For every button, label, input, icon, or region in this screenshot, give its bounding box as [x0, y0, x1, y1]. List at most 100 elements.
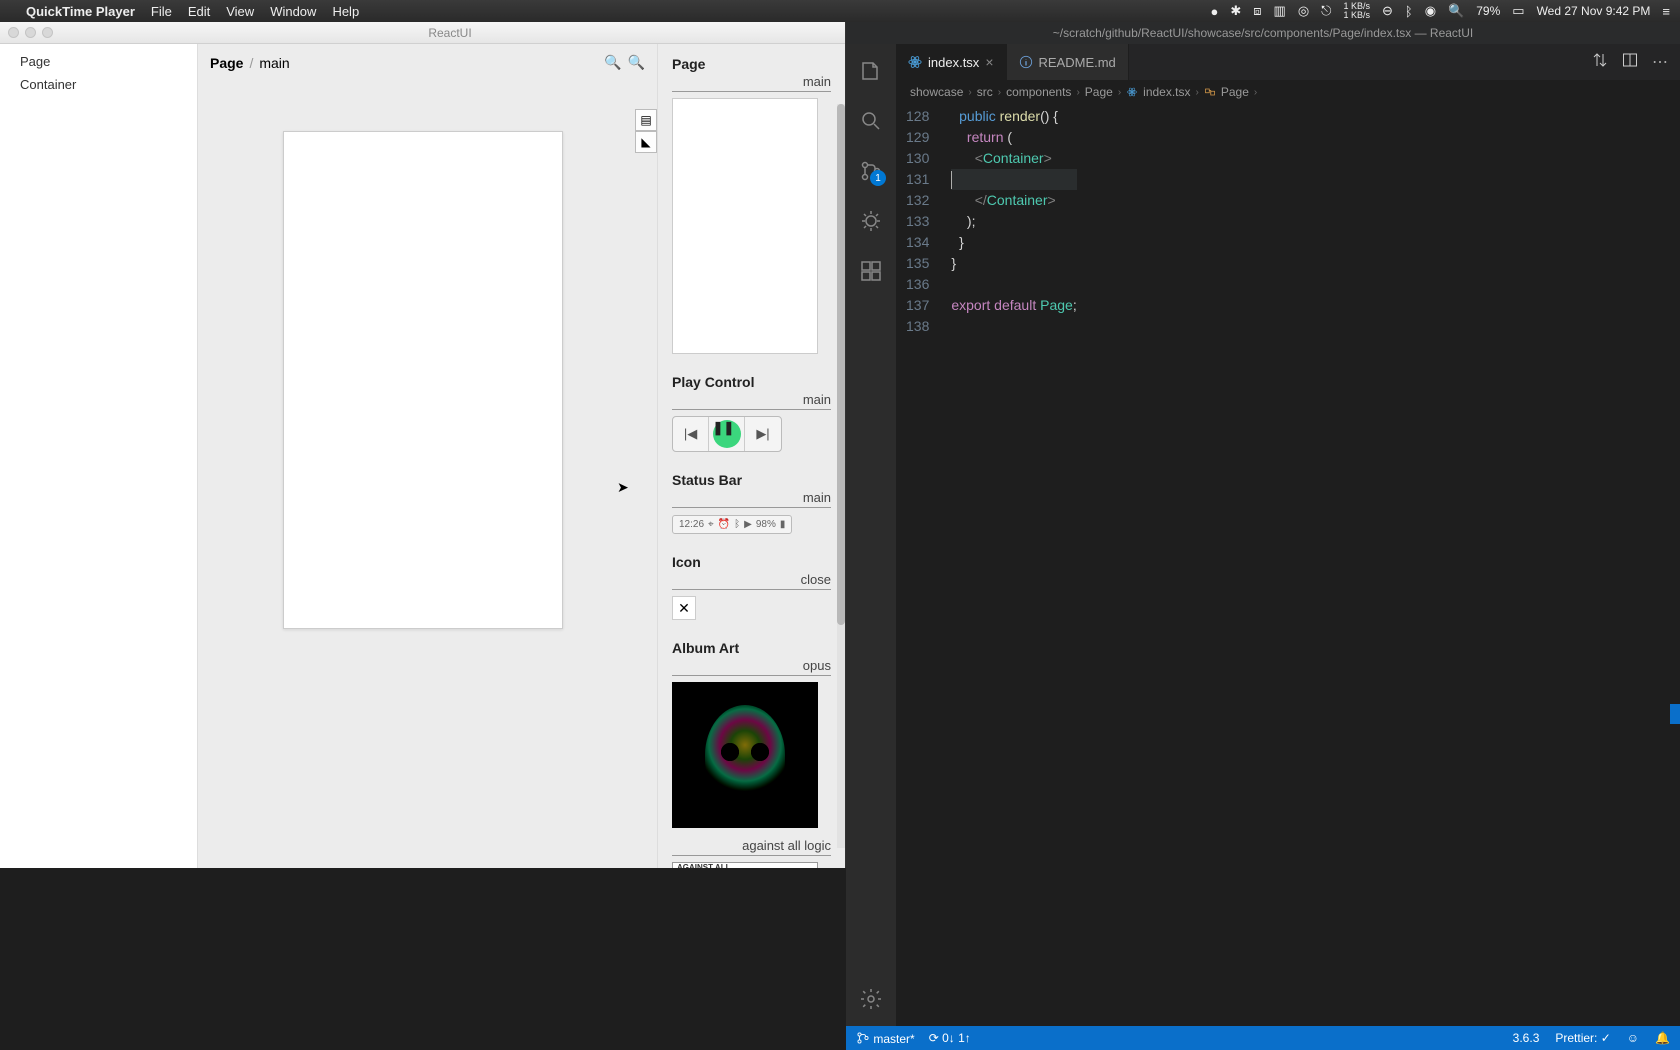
settings-gear-icon[interactable]	[858, 986, 884, 1012]
git-branch[interactable]: master*	[856, 1031, 915, 1046]
breadcrumb-item[interactable]: showcase	[910, 85, 963, 99]
battery-small-icon: ▮	[780, 519, 786, 530]
gallery-title-album-art: Album Art	[672, 640, 831, 656]
breadcrumb-item[interactable]: src	[977, 85, 993, 99]
git-sync[interactable]: ⟳ 0↓ 1↑	[929, 1031, 971, 1045]
notifications-icon[interactable]: 🔔	[1655, 1031, 1670, 1045]
macos-menubar: QuickTime Player File Edit View Window H…	[0, 0, 1680, 22]
gallery-variant-page[interactable]: main	[672, 74, 831, 92]
tab-close-icon[interactable]: ×	[985, 54, 993, 70]
reactui-window: ReactUI Page Container Page / main 🔍 🔍	[0, 22, 846, 868]
vscode-titlebar: ~/scratch/github/ReactUI/showcase/src/co…	[846, 22, 1680, 44]
source-control-icon[interactable]: 1	[858, 158, 884, 184]
panel-scrollbar[interactable]	[837, 104, 845, 848]
code-editor[interactable]: 128129130131132133134135136137138 public…	[896, 104, 1680, 1026]
breadcrumb-item[interactable]: components	[1006, 85, 1071, 99]
sidebar-item-page[interactable]: Page	[0, 50, 197, 73]
tab-readme[interactable]: README.md	[1007, 44, 1129, 80]
gallery-preview-page[interactable]	[672, 98, 818, 354]
editor-area: index.tsx × README.md ⋯ showcase› src› c…	[896, 44, 1680, 1026]
gallery-preview-album-opus[interactable]	[672, 682, 818, 828]
pause-button[interactable]: ❚❚	[709, 417, 745, 451]
feedback-icon[interactable]: ☺	[1627, 1031, 1639, 1045]
stats-icon[interactable]: ▥	[1274, 3, 1286, 19]
wifi-icon[interactable]: ◉	[1425, 3, 1436, 19]
gallery-preview-icon-close[interactable]: ✕	[672, 596, 696, 620]
zoom-in-icon[interactable]: 🔍	[628, 54, 645, 71]
status-battery-pct: 98%	[756, 519, 776, 530]
spotlight-icon[interactable]: 🔍	[1448, 3, 1464, 19]
split-editor-icon[interactable]	[1622, 52, 1638, 73]
menu-view[interactable]: View	[226, 4, 254, 19]
debug-icon[interactable]	[858, 208, 884, 234]
close-button[interactable]	[8, 27, 19, 38]
tab-label: index.tsx	[928, 55, 979, 70]
gallery-variant-album-aal[interactable]: against all logic	[672, 838, 831, 856]
airdrop-icon[interactable]: ⊖	[1382, 3, 1393, 19]
gallery-preview-play-control[interactable]: |◀ ❚❚ ▶|	[672, 416, 782, 452]
prettier-status[interactable]: Prettier: ✓	[1555, 1031, 1610, 1045]
component-gallery-panel: Page main Play Control main |◀ ❚❚ ▶|	[657, 44, 845, 868]
zoom-button[interactable]	[42, 27, 53, 38]
class-symbol-icon	[1204, 86, 1216, 98]
network-speed[interactable]: 1 KB/s 1 KB/s	[1343, 2, 1370, 20]
breadcrumb-sep: /	[249, 55, 253, 71]
gallery-variant-album-opus[interactable]: opus	[672, 658, 831, 676]
menu-file[interactable]: File	[151, 4, 172, 19]
next-track-icon[interactable]: ▶|	[745, 417, 781, 451]
tab-index-tsx[interactable]: index.tsx ×	[896, 44, 1007, 80]
more-actions-icon[interactable]: ⋯	[1652, 52, 1668, 72]
info-icon	[1019, 55, 1033, 69]
compare-changes-icon[interactable]	[1592, 52, 1608, 73]
bluetooth-icon[interactable]: ᛒ	[1405, 4, 1413, 19]
explorer-icon[interactable]	[858, 58, 884, 84]
battery-icon[interactable]: ▭	[1512, 3, 1524, 19]
datetime[interactable]: Wed 27 Nov 9:42 PM	[1537, 4, 1651, 18]
vscode-status-bar: master* ⟳ 0↓ 1↑ 3.6.3 Prettier: ✓ ☺ 🔔	[846, 1026, 1680, 1050]
record-indicator-icon[interactable]: ●	[1210, 4, 1218, 19]
notification-center-icon[interactable]: ≡	[1662, 4, 1670, 19]
tool-panel-icon[interactable]: ▤	[635, 109, 657, 131]
typescript-version[interactable]: 3.6.3	[1513, 1031, 1540, 1045]
location-icon: ⌖	[708, 519, 714, 530]
battery-percent[interactable]: 79%	[1476, 4, 1500, 18]
typescript-react-icon	[908, 55, 922, 69]
zoom-out-icon[interactable]: 🔍	[604, 54, 621, 71]
minimize-button[interactable]	[25, 27, 36, 38]
showcase-canvas: Page / main 🔍 🔍 ▤ ◣ ➤	[198, 44, 657, 868]
line-number-gutter: 128129130131132133134135136137138	[896, 104, 943, 1026]
app-name[interactable]: QuickTime Player	[26, 4, 135, 19]
breadcrumb-component: Page	[210, 55, 243, 71]
breadcrumb-item[interactable]: Page	[1221, 85, 1249, 99]
breadcrumb-item[interactable]: Page	[1085, 85, 1113, 99]
alarm-icon: ⏰	[718, 519, 730, 530]
panel-scrollbar-thumb[interactable]	[837, 104, 845, 625]
menu-help[interactable]: Help	[332, 4, 359, 19]
gallery-preview-album-aal[interactable]: AGAINST ALL	[672, 862, 818, 868]
search-icon[interactable]	[858, 108, 884, 134]
app-icon[interactable]: ◎	[1298, 3, 1309, 19]
signal-icon: ▶	[744, 519, 752, 530]
gallery-variant-play-control[interactable]: main	[672, 392, 831, 410]
menu-window[interactable]: Window	[270, 4, 316, 19]
overview-ruler[interactable]	[1670, 104, 1680, 1026]
extensions-icon[interactable]	[858, 258, 884, 284]
scm-badge: 1	[870, 170, 886, 186]
code-content[interactable]: public render() { return ( <Container> <…	[943, 104, 1076, 1026]
sidebar-item-container[interactable]: Container	[0, 73, 197, 96]
status-time: 12:26	[679, 519, 704, 530]
menubar-extra-icon[interactable]: ✱	[1230, 3, 1241, 19]
activity-bar: 1	[846, 44, 896, 1026]
gallery-variant-icon[interactable]: close	[672, 572, 831, 590]
menu-edit[interactable]: Edit	[188, 4, 210, 19]
prev-track-icon[interactable]: |◀	[673, 417, 709, 451]
editor-breadcrumbs[interactable]: showcase› src› components› Page› index.t…	[896, 80, 1680, 104]
tool-tag-icon[interactable]: ◣	[635, 131, 657, 153]
gallery-preview-status-bar[interactable]: 12:26 ⌖ ⏰ ᛒ ▶ 98% ▮	[672, 515, 792, 534]
reactui-titlebar: ReactUI	[0, 22, 845, 44]
showcase-breadcrumb: Page / main 🔍 🔍	[198, 44, 657, 81]
tool-icon[interactable]: ⎋	[1321, 3, 1331, 19]
dropbox-icon[interactable]: ⧈	[1253, 3, 1261, 19]
gallery-variant-status-bar[interactable]: main	[672, 490, 831, 508]
breadcrumb-item[interactable]: index.tsx	[1143, 85, 1190, 99]
